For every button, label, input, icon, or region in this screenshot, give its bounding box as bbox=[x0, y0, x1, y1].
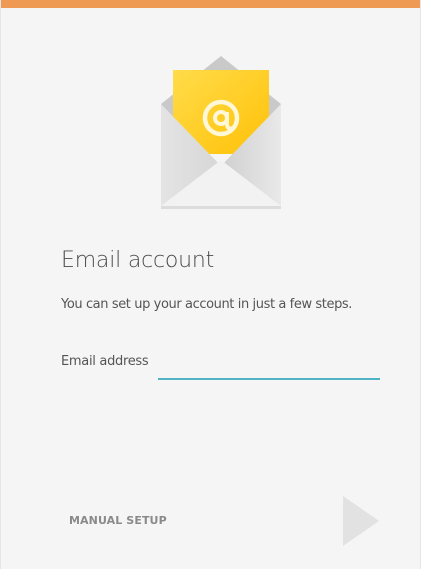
email-setup-screen: Email account You can set up your accoun… bbox=[0, 0, 421, 569]
manual-setup-button[interactable]: MANUAL SETUP bbox=[59, 508, 177, 533]
email-app-icon bbox=[161, 56, 281, 212]
page-title: Email account bbox=[61, 248, 215, 273]
email-address-input[interactable] bbox=[158, 356, 380, 380]
setup-subtitle: You can set up your account in just a fe… bbox=[61, 297, 353, 312]
top-accent-bar bbox=[1, 0, 420, 8]
email-address-label: Email address bbox=[61, 354, 149, 369]
next-button[interactable] bbox=[337, 492, 385, 550]
next-arrow-icon bbox=[343, 496, 379, 546]
